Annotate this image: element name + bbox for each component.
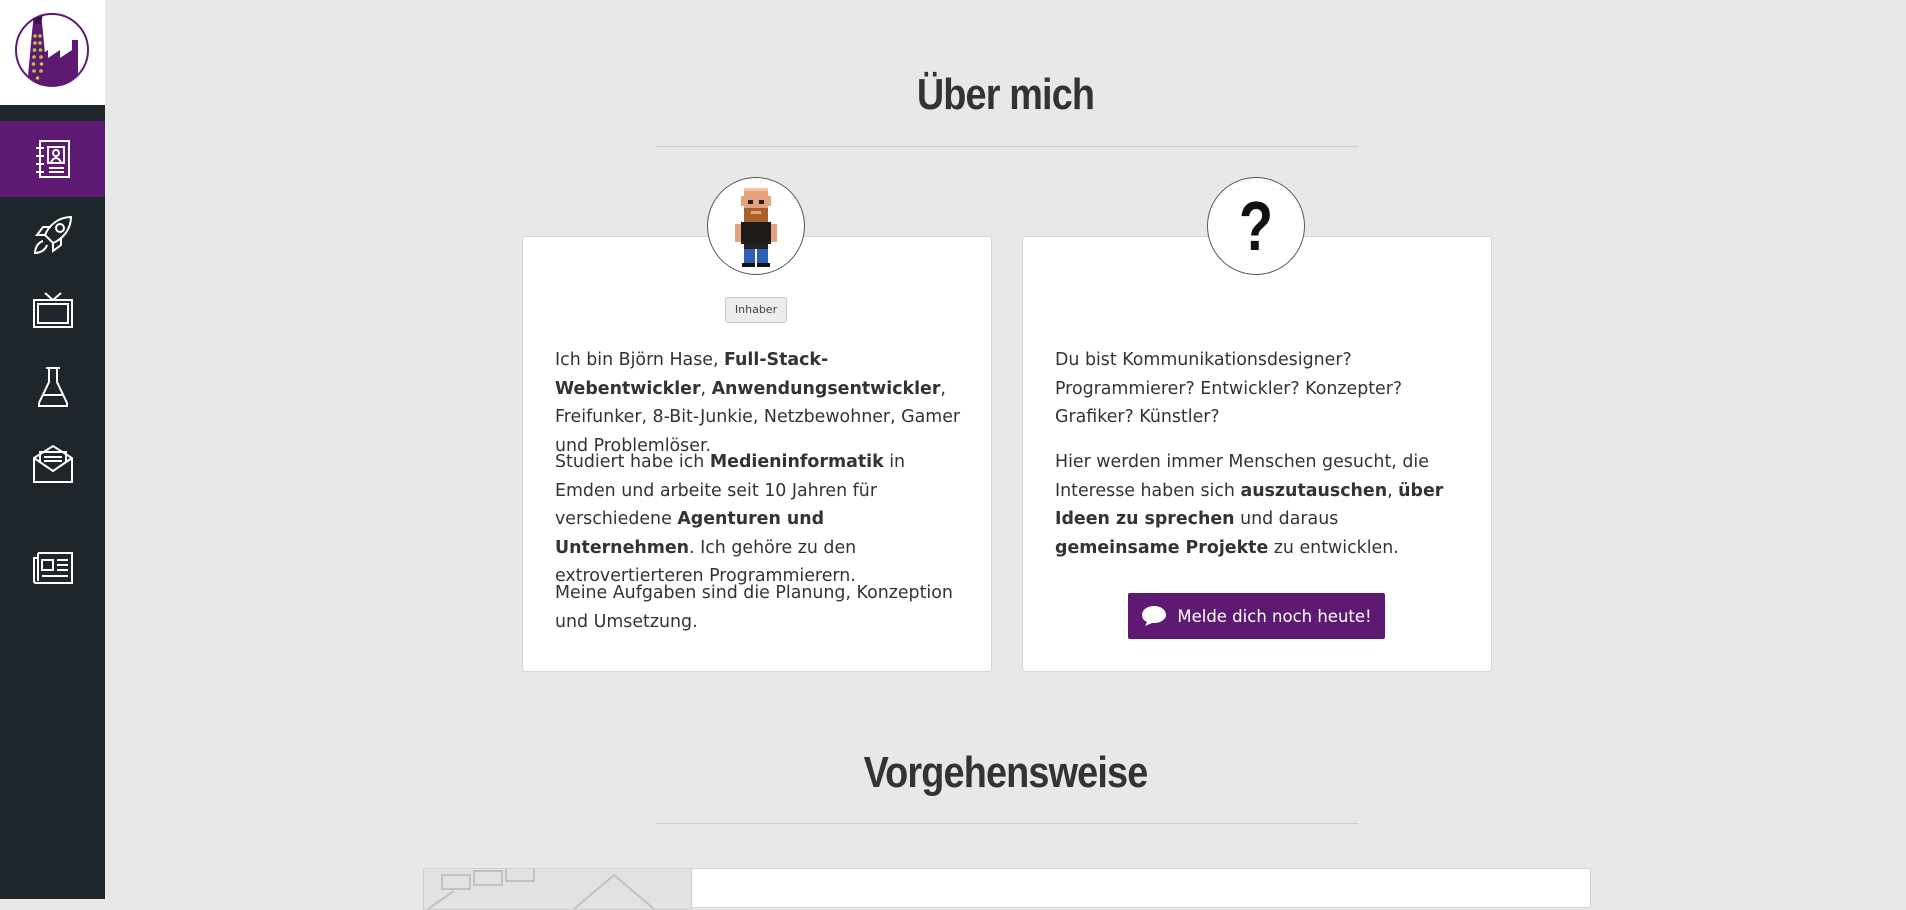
question-avatar: ?: [1207, 177, 1305, 275]
main-content: Über mich Inhaber Ich bin Björn Hase, Fu…: [105, 0, 1906, 910]
mail-icon: [32, 444, 73, 483]
divider: [656, 823, 1358, 824]
factory-tie-logo-icon: [15, 13, 89, 87]
rocket-icon: [33, 215, 72, 255]
speech-bubble-icon: [1142, 606, 1167, 626]
sidebar: [0, 0, 105, 899]
newspaper-icon: [32, 552, 73, 584]
owner-badge: Inhaber: [725, 297, 787, 323]
owner-study: Studiert habe ich Medieninformatik in Em…: [555, 452, 906, 586]
avatar: [707, 177, 805, 275]
question-mark: ?: [1238, 187, 1274, 265]
pixel-avatar-icon: [735, 188, 777, 267]
nav-item-media[interactable]: [0, 273, 105, 349]
contact-book-icon: [35, 140, 70, 178]
owner-intro: Ich bin Björn Hase, Full-Stack-Webentwic…: [555, 350, 961, 456]
join-text: Hier werden immer Menschen gesucht, die …: [1055, 452, 1444, 558]
nav-item-about[interactable]: [0, 121, 105, 197]
nav-item-projects[interactable]: [0, 197, 105, 273]
contact-cta-button[interactable]: Melde dich noch heute!: [1128, 593, 1385, 639]
owner-tasks: Meine Aufgaben sind die Planung, Konzept…: [555, 583, 953, 632]
section-title-process: Vorgehensweise: [863, 748, 1149, 797]
section-title-about: Über mich: [916, 70, 1095, 119]
nav-item-contact[interactable]: [0, 425, 105, 501]
process-card: [691, 868, 1591, 908]
logo[interactable]: [0, 0, 105, 105]
sketch-image: [427, 869, 655, 909]
process-image: [423, 868, 693, 910]
contact-cta-label: Melde dich noch heute!: [1177, 606, 1372, 626]
tv-icon: [32, 292, 73, 328]
nav-item-lab[interactable]: [0, 349, 105, 425]
flask-icon: [37, 367, 68, 407]
join-question: Du bist Kommunikationsdesigner? Programm…: [1055, 350, 1403, 427]
nav-item-news[interactable]: [0, 530, 105, 606]
divider: [656, 146, 1358, 147]
